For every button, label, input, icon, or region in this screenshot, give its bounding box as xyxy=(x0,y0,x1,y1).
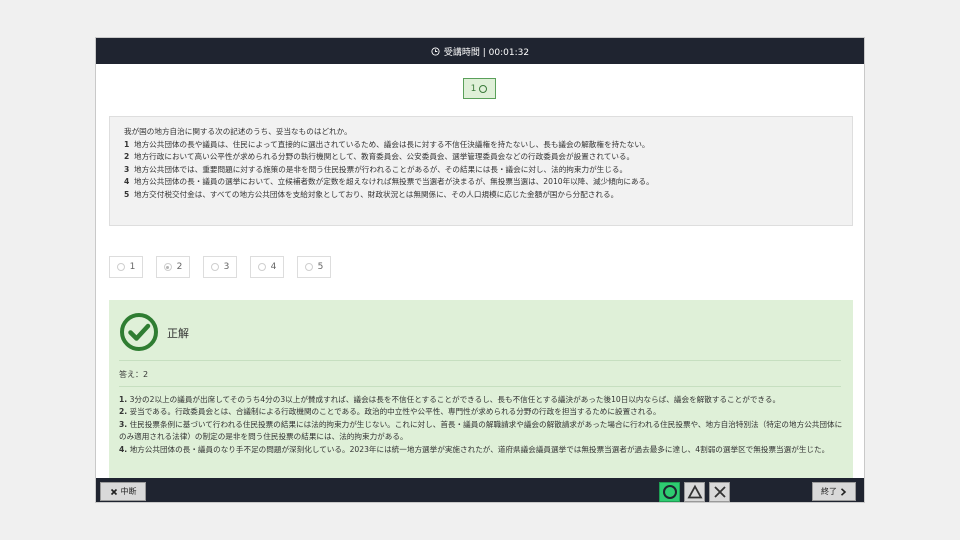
explanation-item: 1. 3分の2以上の議員が出席してそのうち4分の3以上が賛成すれば、議会は長を不… xyxy=(119,395,781,404)
choice-5[interactable]: 5 xyxy=(297,256,331,278)
divider xyxy=(119,386,841,387)
radio-button-selected[interactable] xyxy=(163,263,172,271)
divider xyxy=(119,360,841,361)
close-icon xyxy=(110,488,117,495)
choice-3[interactable]: 3 xyxy=(203,256,237,278)
chevron-right-icon xyxy=(840,487,847,496)
question-option: 5 地方交付税交付金は、すべての地方公共団体を支給対象としており、財政状況とは無関… xyxy=(124,189,619,199)
header-bar: 受講時間 | 00:01:32 xyxy=(96,38,864,64)
question-option: 3 地方公共団体では、重要問題に対する施策の是非を問う住民投票が行われることがある… xyxy=(124,164,628,174)
explanation-item: 2. 妥当である。行政委員会とは、合議制による行政機関のことである。政治的中立性… xyxy=(119,407,661,417)
timer-label: 受講時間 | 00:01:32 xyxy=(443,47,530,58)
triangle-icon xyxy=(686,484,703,499)
question-number: 1 xyxy=(470,83,477,94)
explanation-item: 4. 地方公共団体の長・議員のなり手不足の問題が深刻化している。2023年には統… xyxy=(119,444,830,454)
mark-circle-button[interactable] xyxy=(659,482,680,502)
choice-4[interactable]: 4 xyxy=(250,256,284,278)
clock-icon xyxy=(431,46,440,56)
choice-1[interactable]: 1 xyxy=(109,256,143,278)
mark-cross-button[interactable] xyxy=(709,482,730,502)
question-option: 2 地方行政において高い公平性が求められる分野の執行機関として、教育委員会、公安委… xyxy=(124,152,635,161)
circle-icon xyxy=(662,485,677,499)
choice-2[interactable]: 2 xyxy=(156,256,190,278)
explanation-item: 3. 住民投票条例に基づいて行われる住民投票の結果には法的拘束力が生じない。これ… xyxy=(119,419,843,442)
check-circle-icon xyxy=(120,313,158,351)
radio-button[interactable] xyxy=(116,263,125,271)
question-option: 1 地方公共団体の長や議員は、住民によって直接的に選出されているため、議会は長に対… xyxy=(124,139,650,149)
answer-choices: 1 2 3 4 5 xyxy=(109,256,331,278)
question-stem: 我が国の地方自治に関する次の記述のうち、妥当なものはどれか。 xyxy=(124,127,352,136)
mark-triangle-button[interactable] xyxy=(684,482,705,502)
cross-icon xyxy=(713,486,726,498)
footer-bar: 中断 終了 xyxy=(96,478,864,502)
question-option: 4 地方公共団体の長・議員の選挙において、立候補者数が定数を超えなければ無投票で当… xyxy=(124,177,654,186)
radio-button[interactable] xyxy=(304,263,313,271)
radio-button[interactable] xyxy=(210,263,219,271)
app-window: 受講時間 | 00:01:32 1 我が国の地方自治に関する次の記述のうち、妥当… xyxy=(95,37,865,503)
correct-answer: 答え：2 xyxy=(119,370,149,379)
question-number-badge: 1 xyxy=(463,78,496,99)
explanation: 1. 3分の2以上の議員が出席してそのうち4分の3以上が賛成すれば、議会は長を不… xyxy=(119,394,843,456)
radio-button[interactable] xyxy=(257,263,266,271)
finish-button[interactable]: 終了 xyxy=(812,482,856,501)
circle-mark-icon xyxy=(479,84,488,93)
suspend-button[interactable]: 中断 xyxy=(100,482,146,501)
result-title: 正解 xyxy=(167,327,189,340)
question-box: 我が国の地方自治に関する次の記述のうち、妥当なものはどれか。 1 地方公共団体の長… xyxy=(109,116,853,226)
result-panel: 正解 答え：2 1. 3分の2以上の議員が出席してそのうち4分の3以上が賛成すれ… xyxy=(109,300,853,478)
